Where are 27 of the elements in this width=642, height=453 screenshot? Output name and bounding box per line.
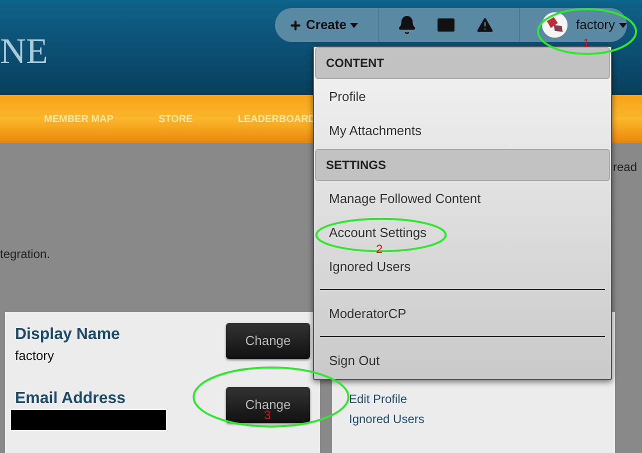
- body-text: tegration.: [0, 247, 50, 261]
- menu-item[interactable]: Profile: [329, 88, 366, 104]
- field-label: Email Address: [15, 389, 127, 409]
- annotation-number: 1: [583, 36, 590, 50]
- caret-icon: [619, 22, 627, 28]
- warning-icon[interactable]: [475, 15, 496, 35]
- menu-item[interactable]: My Attachments: [329, 122, 422, 138]
- menu-item[interactable]: Ignored Users: [329, 258, 411, 274]
- annotation-number: 3: [264, 408, 271, 422]
- caret-icon: [350, 22, 358, 28]
- menu-section-header: SETTINGS: [315, 149, 610, 181]
- change-button[interactable]: Change: [226, 323, 310, 359]
- field-label: Display Name: [15, 325, 120, 345]
- body-text: read: [612, 159, 637, 175]
- profile-link[interactable]: Edit Profile: [349, 389, 408, 409]
- profile-link[interactable]: Ignored Users: [349, 409, 424, 429]
- avatar-icon[interactable]: [542, 12, 568, 38]
- user-menu-button[interactable]: factory: [576, 15, 627, 35]
- notifications-icon[interactable]: [397, 15, 418, 35]
- field-value: factory: [15, 347, 56, 365]
- menu-item[interactable]: ModeratorCP: [329, 306, 406, 320]
- menu-item[interactable]: Sign Out: [329, 352, 380, 368]
- create-button[interactable]: Create: [275, 15, 368, 35]
- menu-item[interactable]: Manage Followed Content: [329, 190, 481, 206]
- site-logo[interactable]: NE: [0, 31, 48, 71]
- plus-icon: [289, 18, 302, 32]
- menu-section-header: CONTENT: [315, 47, 610, 79]
